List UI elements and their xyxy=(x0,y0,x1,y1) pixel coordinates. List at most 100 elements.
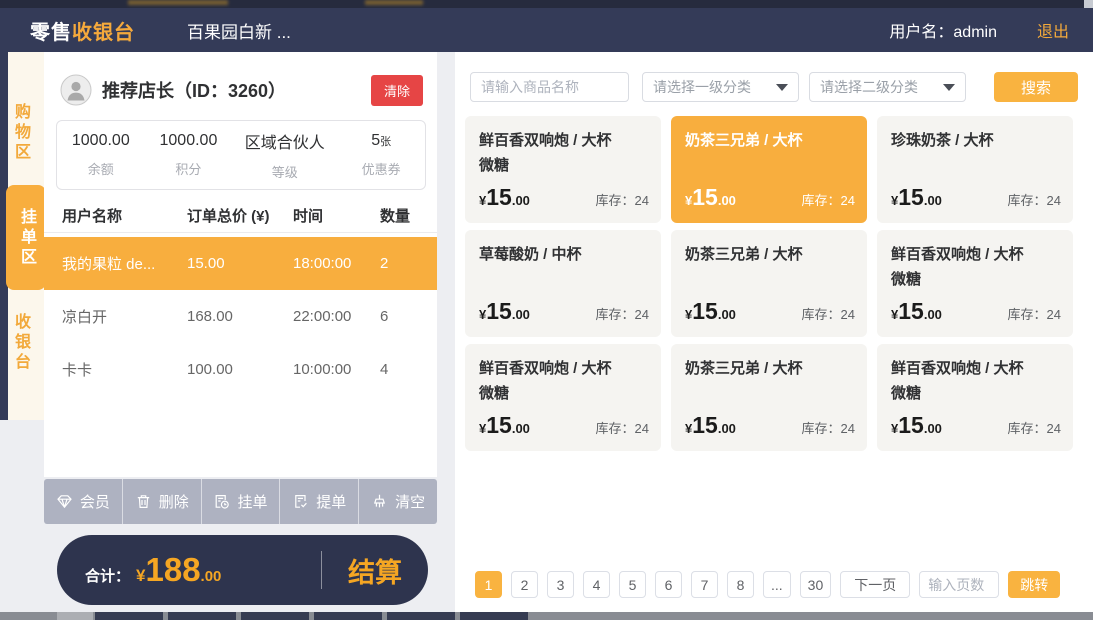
product-price-decimals: .00 xyxy=(512,307,530,322)
member-name: 推荐店长（ID：3260） xyxy=(102,77,286,103)
stat-unit: 张 xyxy=(380,136,391,148)
delete-button[interactable]: 删除 xyxy=(123,479,202,524)
currency-symbol: ¥ xyxy=(685,193,692,208)
product-price: 15 xyxy=(486,184,512,211)
stat-balance: 1000.00 余额 xyxy=(57,132,145,178)
product-stock: 库存：24 xyxy=(1008,418,1061,437)
product-stock: 库存：24 xyxy=(802,190,855,209)
action-label: 挂单 xyxy=(237,491,267,512)
product-card[interactable]: 珍珠奶茶 / 大杯 ¥15.00库存：24 xyxy=(877,116,1073,223)
product-card[interactable]: 奶茶三兄弟 / 大杯 ¥15.00 库存：24 xyxy=(671,116,867,223)
product-price-decimals: .00 xyxy=(924,307,942,322)
category1-select[interactable]: 请选择一级分类 xyxy=(642,72,799,102)
stat-label: 积分 xyxy=(145,159,233,178)
chevron-down-icon xyxy=(943,84,955,91)
member-stats-card: 1000.00 余额 1000.00 积分 区域合伙人 等级 5张 优惠券 xyxy=(56,120,426,190)
cell-username: 卡卡 xyxy=(62,359,187,380)
page-button[interactable]: 6 xyxy=(655,571,682,598)
side-tab-shopping-area[interactable]: 购物区 xyxy=(8,80,32,185)
product-price: 15 xyxy=(692,298,718,325)
currency-symbol: ¥ xyxy=(891,307,898,322)
product-price: 15 xyxy=(898,298,924,325)
stat-level: 区域合伙人 等级 xyxy=(232,129,337,181)
product-card[interactable]: 鲜百香双响炮 / 大杯微糖 ¥15.00库存：24 xyxy=(877,230,1073,337)
product-title: 鲜百香双响炮 / 大杯 xyxy=(479,128,649,153)
page-button[interactable]: 1 xyxy=(475,571,502,598)
table-row[interactable]: 我的果粒 de... 15.00 18:00:00 2 xyxy=(44,237,437,290)
product-stock: 库存：24 xyxy=(802,304,855,323)
page-button[interactable]: 8 xyxy=(727,571,754,598)
product-subtitle: 微糖 xyxy=(891,381,1061,406)
page-number-input[interactable] xyxy=(919,571,999,598)
cell-total: 15.00 xyxy=(187,255,293,272)
checkout-bar: 合计： ¥ 188 .00 结算 xyxy=(57,535,428,605)
product-panel: 请选择一级分类 请选择二级分类 搜索 鲜百香双响炮 / 大杯微糖 ¥15.00库… xyxy=(455,52,1093,612)
product-title: 奶茶三兄弟 / 大杯 xyxy=(685,242,855,267)
clear-member-button[interactable]: 清除 xyxy=(371,75,423,106)
stat-label: 等级 xyxy=(232,162,337,181)
product-subtitle: 微糖 xyxy=(891,267,1061,292)
currency-symbol: ¥ xyxy=(136,566,145,586)
retrieve-order-button[interactable]: 提单 xyxy=(280,479,359,524)
background-window-fragment xyxy=(1084,0,1093,8)
page-button[interactable]: 30 xyxy=(800,571,832,598)
stat-value: 1000.00 xyxy=(145,132,233,150)
page-button[interactable]: 7 xyxy=(691,571,718,598)
page-ellipsis-button[interactable]: ... xyxy=(763,571,791,598)
stat-coupons: 5张 优惠券 xyxy=(337,132,425,178)
cell-total: 100.00 xyxy=(187,361,293,378)
table-row[interactable]: 凉白开 168.00 22:00:00 6 xyxy=(44,290,437,343)
product-price-decimals: .00 xyxy=(512,193,530,208)
search-button[interactable]: 搜索 xyxy=(994,72,1078,102)
page-button[interactable]: 3 xyxy=(547,571,574,598)
background-window-fragment xyxy=(168,612,236,620)
member-button[interactable]: 会员 xyxy=(44,479,123,524)
product-filter-row: 请选择一级分类 请选择二级分类 搜索 xyxy=(455,72,1093,102)
jump-button[interactable]: 跳转 xyxy=(1008,571,1060,598)
table-header-divider xyxy=(44,232,437,233)
background-window-fragment xyxy=(460,612,528,620)
product-name-input[interactable] xyxy=(470,72,629,102)
product-card[interactable]: 鲜百香双响炮 / 大杯微糖 ¥15.00库存：24 xyxy=(465,116,661,223)
product-card[interactable]: 奶茶三兄弟 / 大杯 ¥15.00库存：24 xyxy=(671,230,867,337)
cell-qty: 4 xyxy=(380,361,427,378)
background-window-fragment xyxy=(128,0,228,5)
product-price: 15 xyxy=(692,184,718,211)
product-title: 奶茶三兄弟 / 大杯 xyxy=(685,128,855,153)
chevron-down-icon xyxy=(776,84,788,91)
cell-username: 我的果粒 de... xyxy=(62,253,187,274)
clear-broom-icon xyxy=(371,493,388,510)
product-price-decimals: .00 xyxy=(718,193,736,208)
product-card[interactable]: 鲜百香双响炮 / 大杯微糖 ¥15.00库存：24 xyxy=(877,344,1073,451)
hold-order-button[interactable]: 挂单 xyxy=(202,479,281,524)
store-tab[interactable]: 百果园白新 ... xyxy=(187,18,291,43)
side-tab-cashier[interactable]: 收银台 xyxy=(8,290,32,395)
stat-points: 1000.00 积分 xyxy=(145,132,233,178)
top-edge-strip xyxy=(0,0,1093,8)
product-price: 15 xyxy=(486,412,512,439)
clear-cart-button[interactable]: 清空 xyxy=(359,479,437,524)
product-card[interactable]: 奶茶三兄弟 / 大杯 ¥15.00库存：24 xyxy=(671,344,867,451)
col-header-total: 订单总价 (¥) xyxy=(187,205,293,226)
product-price-decimals: .00 xyxy=(718,421,736,436)
page-button[interactable]: 4 xyxy=(583,571,610,598)
member-row: 推荐店长（ID：3260） 清除 xyxy=(44,52,437,106)
next-page-button[interactable]: 下一页 xyxy=(840,571,910,598)
settle-button[interactable]: 结算 xyxy=(322,551,428,590)
table-row[interactable]: 卡卡 100.00 10:00:00 4 xyxy=(44,343,437,396)
product-price-decimals: .00 xyxy=(924,193,942,208)
action-label: 会员 xyxy=(80,491,110,512)
category2-select[interactable]: 请选择二级分类 xyxy=(809,72,966,102)
background-window-fragment xyxy=(365,0,423,5)
logout-button[interactable]: 退出 xyxy=(1037,18,1069,42)
page-button[interactable]: 5 xyxy=(619,571,646,598)
side-tab-held-orders[interactable]: 挂单区 xyxy=(6,185,46,290)
product-card[interactable]: 草莓酸奶 / 中杯 ¥15.00库存：24 xyxy=(465,230,661,337)
product-title: 鲜百香双响炮 / 大杯 xyxy=(891,242,1061,267)
product-stock: 库存：24 xyxy=(1008,190,1061,209)
page-button[interactable]: 2 xyxy=(511,571,538,598)
cell-username: 凉白开 xyxy=(62,306,187,327)
product-title: 草莓酸奶 / 中杯 xyxy=(479,242,649,267)
product-card[interactable]: 鲜百香双响炮 / 大杯微糖 ¥15.00库存：24 xyxy=(465,344,661,451)
col-header-username: 用户名称 xyxy=(62,205,187,226)
